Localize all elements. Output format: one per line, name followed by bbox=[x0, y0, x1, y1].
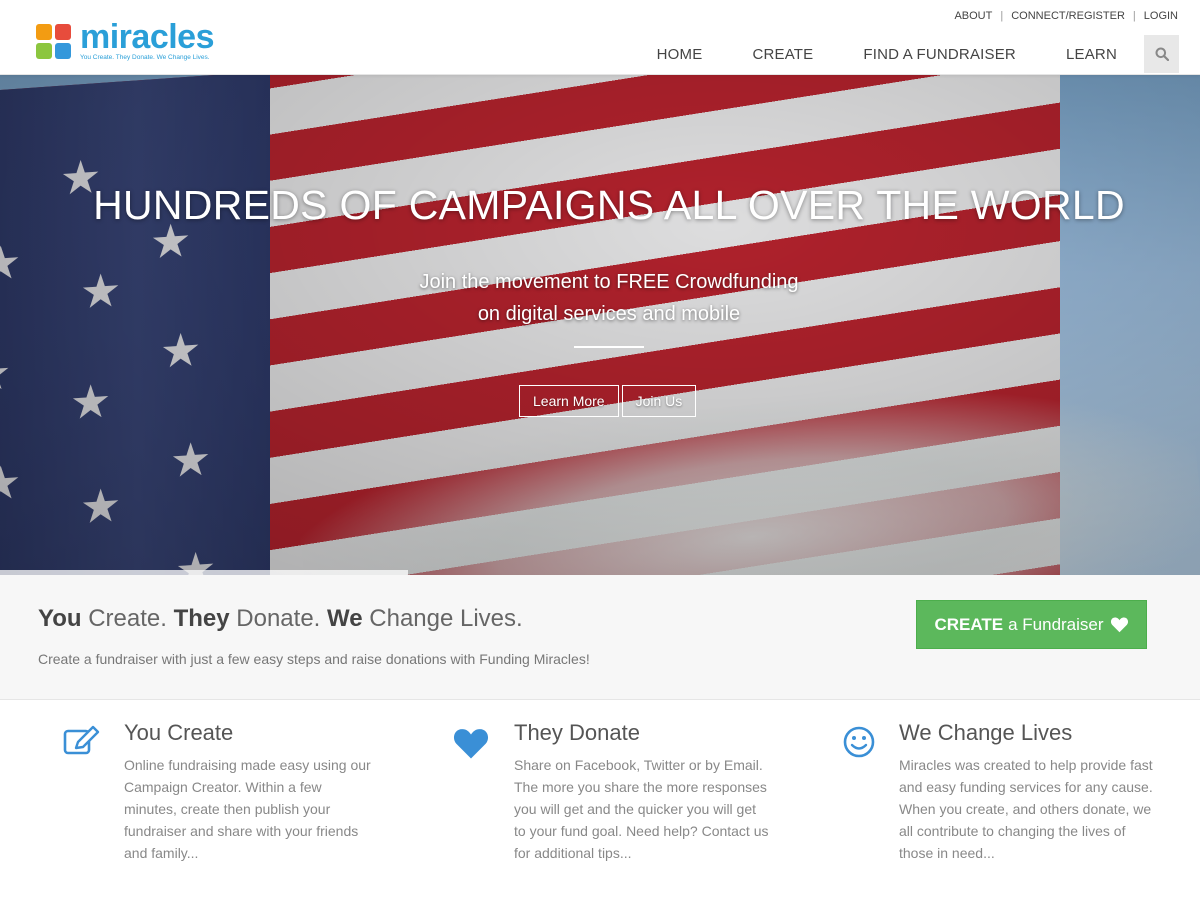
hero-divider bbox=[574, 346, 644, 348]
hero-title: HUNDREDS OF CAMPAIGNS ALL OVER THE WORLD bbox=[93, 182, 1125, 228]
join-us-button[interactable]: Join Us bbox=[621, 385, 697, 417]
heart-icon bbox=[453, 729, 489, 759]
heart-icon bbox=[1110, 617, 1128, 633]
edit-icon bbox=[63, 725, 100, 755]
main-nav: HOME CREATE FIND A FUNDRAISER LEARN bbox=[632, 35, 1179, 73]
hero-subtitle: Join the movement to FREE Crowdfunding o… bbox=[0, 266, 1200, 330]
features-section: You Create Online fundraising made easy … bbox=[0, 700, 1200, 900]
search-button[interactable] bbox=[1144, 35, 1179, 73]
feature-text: Online fundraising made easy using our C… bbox=[124, 757, 371, 861]
nav-create[interactable]: CREATE bbox=[752, 46, 813, 63]
tagline-description: Create a fundraiser with just a few easy… bbox=[38, 651, 590, 667]
hero-banner: ★ ★ ★ ★ ★ ★ ★ ★ ★ ★ ★ ★ ★ ★ HUNDREDS OF … bbox=[0, 75, 1200, 575]
connect-register-link[interactable]: CONNECT/REGISTER bbox=[1011, 10, 1125, 22]
login-link[interactable]: LOGIN bbox=[1144, 10, 1178, 22]
site-header: miracles You Create. They Donate. We Cha… bbox=[0, 0, 1200, 75]
feature-title: We Change Lives bbox=[899, 720, 1073, 745]
nav-learn[interactable]: LEARN bbox=[1066, 46, 1117, 63]
divider: | bbox=[1000, 10, 1004, 22]
feature-title: They Donate bbox=[514, 720, 640, 745]
site-logo[interactable]: miracles You Create. They Donate. We Cha… bbox=[36, 18, 215, 61]
logo-wordmark: miracles bbox=[80, 18, 215, 56]
create-fundraiser-button[interactable]: CREATE a Fundraiser bbox=[916, 600, 1147, 649]
logo-mark-icon bbox=[36, 23, 72, 60]
hero-buttons: Learn More Join Us bbox=[519, 385, 699, 417]
search-icon bbox=[1155, 47, 1169, 61]
tagline-title: You Create. They Donate. We Change Lives… bbox=[38, 605, 523, 632]
hero-subtitle-line-2: on digital services and mobile bbox=[477, 303, 741, 325]
about-link[interactable]: ABOUT bbox=[954, 10, 992, 22]
learn-more-button[interactable]: Learn More bbox=[519, 385, 619, 417]
logo-tagline: You Create. They Donate. We Change Lives… bbox=[80, 54, 210, 61]
tagline-band: You Create. They Donate. We Change Lives… bbox=[0, 575, 1200, 700]
nav-find-a-fundraiser[interactable]: FIND A FUNDRAISER bbox=[863, 46, 1016, 63]
feature-title: You Create bbox=[124, 720, 234, 745]
nav-home[interactable]: HOME bbox=[657, 46, 703, 63]
feature-text: Share on Facebook, Twitter or by Email. … bbox=[514, 757, 769, 861]
smile-icon bbox=[843, 726, 875, 758]
top-links: ABOUT | CONNECT/REGISTER | LOGIN bbox=[954, 10, 1178, 22]
divider: | bbox=[1132, 10, 1136, 22]
hero-subtitle-line-1: Join the movement to FREE Crowdfunding bbox=[419, 271, 799, 293]
feature-text: Miracles was created to help provide fas… bbox=[899, 757, 1153, 861]
